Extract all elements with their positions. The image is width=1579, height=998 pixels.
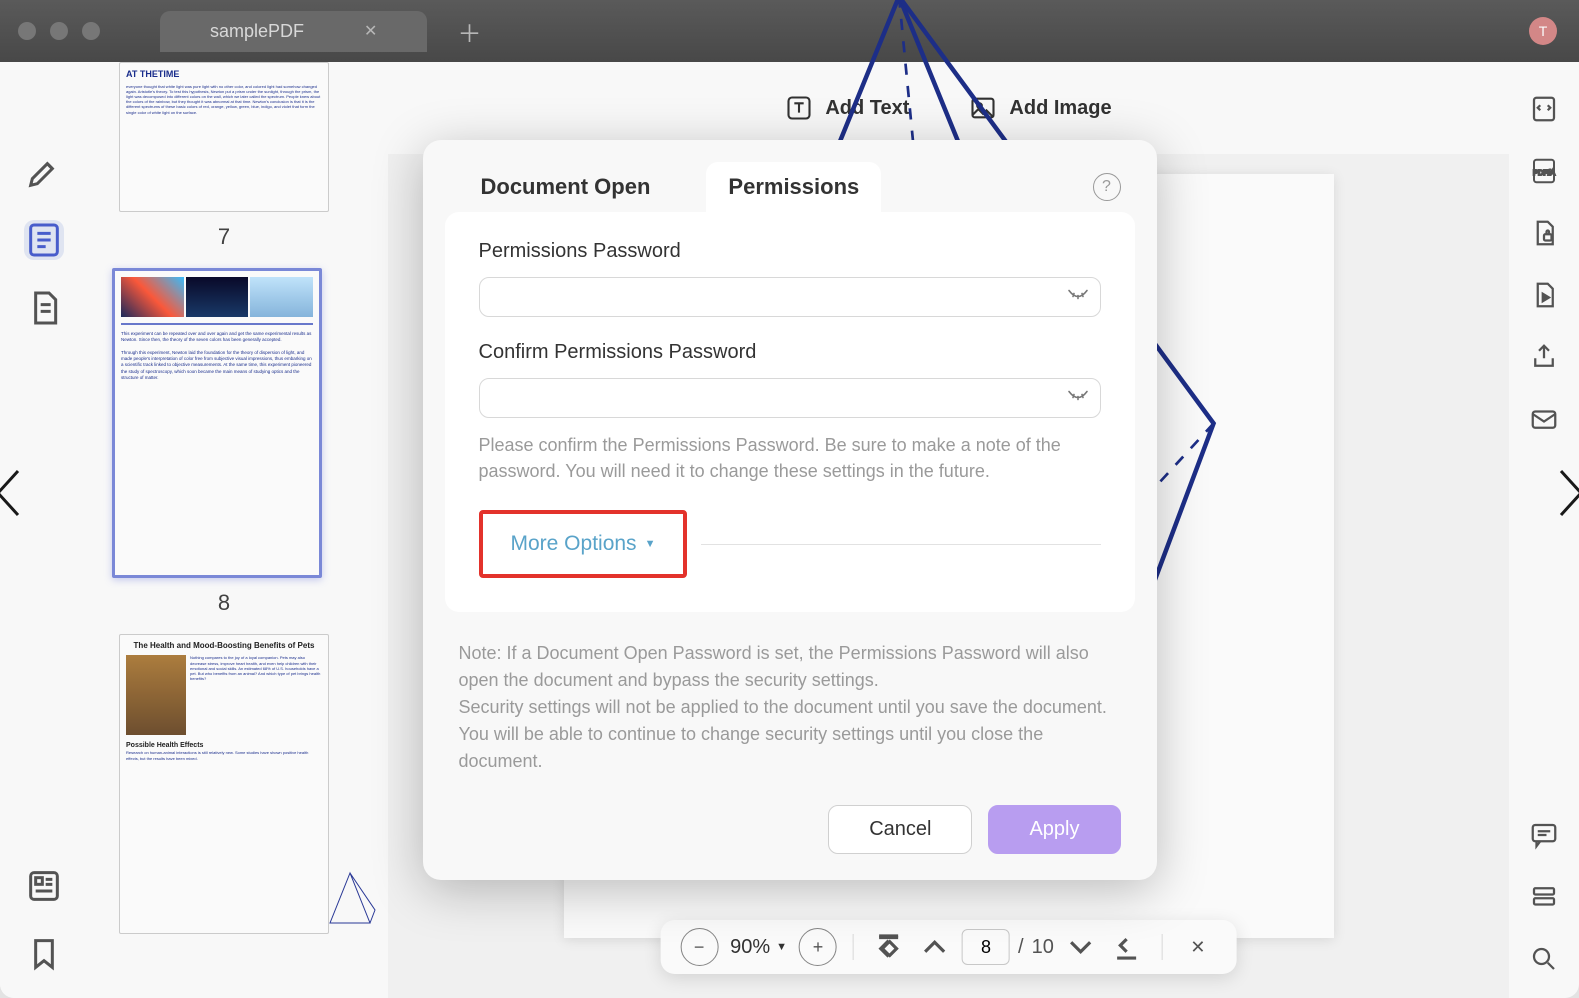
- close-tab-icon[interactable]: ✕: [364, 21, 377, 41]
- highlighter-tool-icon[interactable]: [24, 152, 64, 192]
- zoom-in-button[interactable]: +: [799, 928, 837, 966]
- last-page-button[interactable]: [1108, 928, 1146, 966]
- cancel-button[interactable]: Cancel: [828, 805, 972, 854]
- thumb-title: AT THETIME: [126, 69, 322, 81]
- comment-icon[interactable]: [1529, 820, 1559, 850]
- thumb-subtitle: Possible Health Effects: [126, 741, 322, 750]
- tab-title: samplePDF: [210, 21, 304, 42]
- minimize-window-icon[interactable]: [50, 22, 68, 40]
- mail-icon[interactable]: [1529, 404, 1559, 434]
- more-options-label: More Options: [511, 532, 637, 556]
- svg-text:PDF/A: PDF/A: [1533, 168, 1555, 177]
- next-page-button[interactable]: [1062, 928, 1100, 966]
- pdfa-icon[interactable]: PDF/A: [1529, 156, 1559, 186]
- tab-bar: samplePDF ✕ ＋: [160, 11, 481, 52]
- edit-tool-icon[interactable]: [24, 220, 64, 260]
- thumbnail[interactable]: AT THETIME everyone thought that white l…: [119, 62, 329, 250]
- divider: [701, 544, 1100, 545]
- zoom-value: 90%: [730, 936, 770, 959]
- security-settings-modal: Document Open Permissions ? Permissions …: [423, 140, 1157, 880]
- confirm-password-input[interactable]: [479, 378, 1101, 418]
- modal-tabs: Document Open Permissions ?: [423, 162, 1157, 212]
- first-page-button[interactable]: [870, 928, 908, 966]
- document-tab[interactable]: samplePDF ✕: [160, 11, 427, 52]
- lock-document-icon[interactable]: [1529, 218, 1559, 248]
- prev-page-button[interactable]: [916, 928, 954, 966]
- maximize-window-icon[interactable]: [82, 22, 100, 40]
- next-image-arrow[interactable]: [1553, 463, 1579, 535]
- tab-document-open[interactable]: Document Open: [459, 162, 673, 212]
- toggle-visibility-icon[interactable]: [1067, 287, 1089, 308]
- modal-actions: Cancel Apply: [423, 775, 1157, 854]
- thumbnail[interactable]: The Health and Mood-Boosting Benefits of…: [119, 634, 329, 934]
- convert-icon[interactable]: [1529, 94, 1559, 124]
- avatar-letter: T: [1539, 23, 1548, 39]
- zoom-level-dropdown[interactable]: 90% ▼: [726, 936, 791, 959]
- security-note: Note: If a Document Open Password is set…: [423, 612, 1157, 775]
- tab-permissions[interactable]: Permissions: [706, 162, 881, 212]
- form-tool-icon[interactable]: [24, 866, 64, 906]
- total-pages: 10: [1032, 936, 1054, 959]
- close-controls-button[interactable]: ✕: [1179, 928, 1217, 966]
- confirm-password-label: Confirm Permissions Password: [479, 341, 1101, 364]
- apply-button[interactable]: Apply: [988, 805, 1120, 854]
- window-controls: [18, 22, 100, 40]
- thumb-title: The Health and Mood-Boosting Benefits of…: [126, 641, 322, 651]
- chevron-down-icon: ▼: [776, 941, 787, 953]
- password-help-text: Please confirm the Permissions Password.…: [479, 432, 1101, 484]
- bookmark-tool-icon[interactable]: [24, 934, 64, 974]
- modal-body: Permissions Password Confirm Permissions…: [445, 212, 1135, 612]
- separator: [853, 934, 854, 960]
- zoom-out-button[interactable]: −: [680, 928, 718, 966]
- page-separator: /: [1018, 936, 1024, 959]
- toggle-visibility-icon[interactable]: [1067, 388, 1089, 409]
- highlight-annotation: More Options ▼: [479, 510, 688, 578]
- separator: [1162, 934, 1163, 960]
- new-tab-button[interactable]: ＋: [457, 14, 481, 49]
- prev-image-arrow[interactable]: [0, 463, 26, 535]
- share-icon[interactable]: [1529, 342, 1559, 372]
- search-icon[interactable]: [1529, 944, 1559, 974]
- thumbnail-panel: AT THETIME everyone thought that white l…: [88, 62, 388, 998]
- thumb-label: 8: [112, 590, 336, 616]
- chevron-down-icon: ▼: [645, 538, 656, 550]
- slideshow-icon[interactable]: [1529, 280, 1559, 310]
- document-tool-icon[interactable]: [24, 288, 64, 328]
- permissions-password-input[interactable]: [479, 277, 1101, 317]
- layers-icon[interactable]: [1529, 882, 1559, 912]
- close-window-icon[interactable]: [18, 22, 36, 40]
- page-controls: − 90% ▼ + / 10 ✕: [660, 920, 1237, 974]
- current-page-input[interactable]: [962, 929, 1010, 965]
- thumbnail-selected[interactable]: This experiment can be repeated over and…: [112, 268, 336, 616]
- help-icon[interactable]: ?: [1093, 173, 1121, 201]
- permissions-password-label: Permissions Password: [479, 240, 1101, 263]
- user-avatar[interactable]: T: [1529, 17, 1557, 45]
- more-options-toggle[interactable]: More Options ▼: [495, 520, 672, 568]
- thumb-label: 7: [119, 224, 329, 250]
